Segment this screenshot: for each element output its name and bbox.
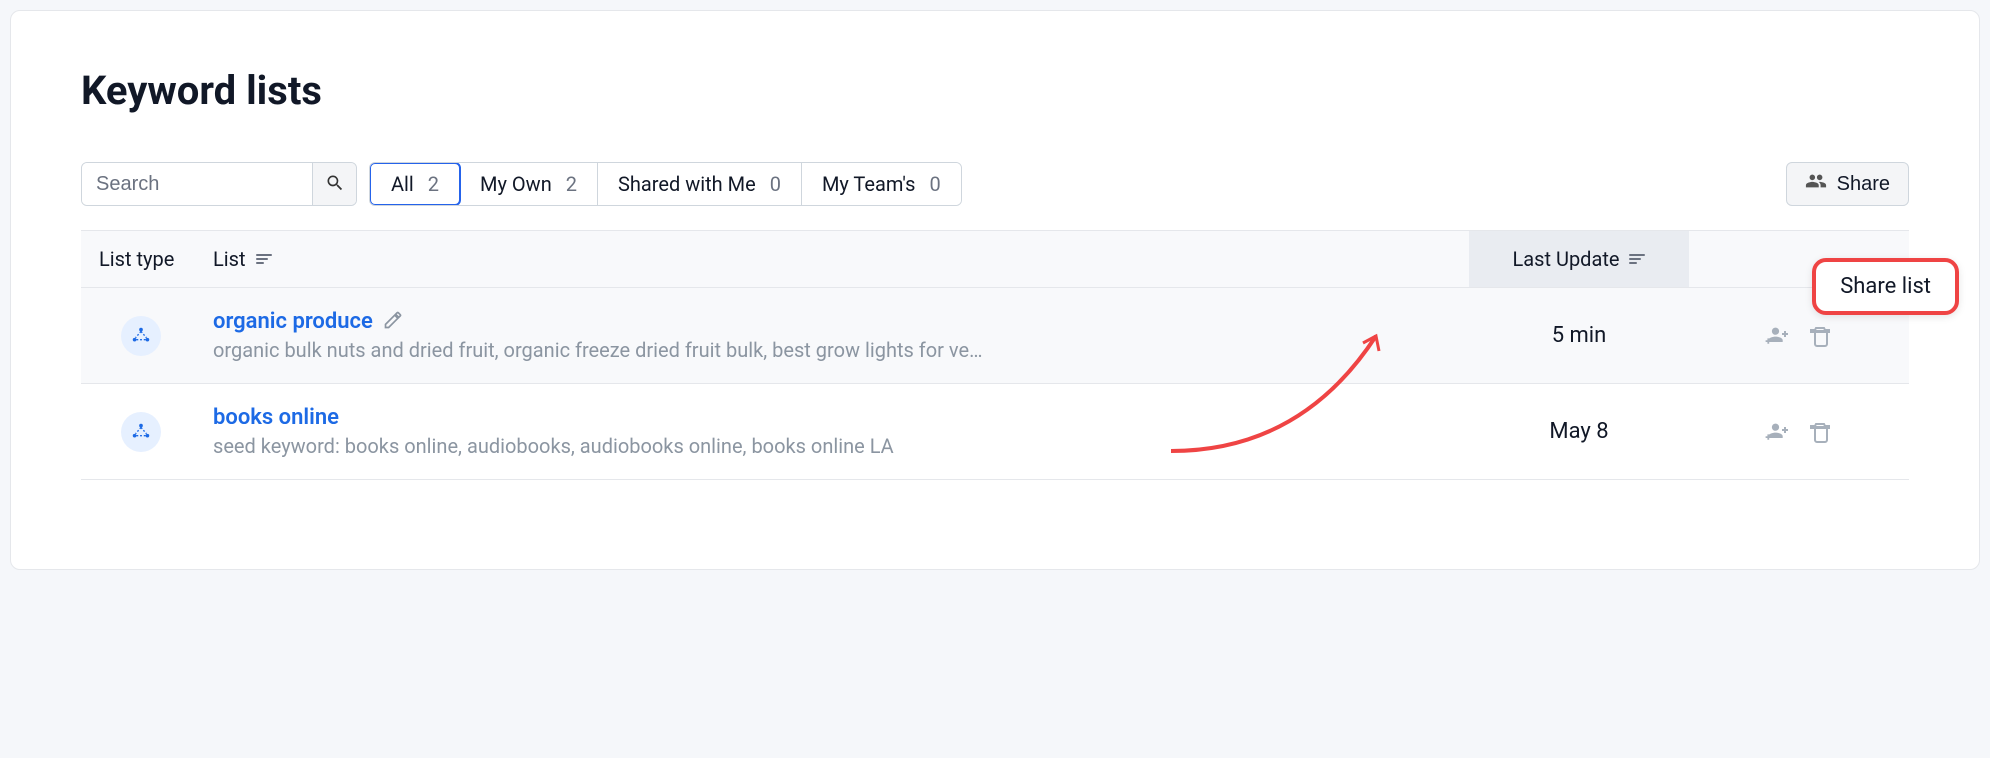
sort-icon: [256, 254, 272, 264]
cell-actions: [1689, 420, 1909, 444]
col-last-update[interactable]: Last Update: [1469, 231, 1689, 287]
list-type-icon: [121, 316, 161, 356]
toolbar: All 2 My Own 2 Shared with Me 0 My Team'…: [81, 162, 1909, 206]
search-icon: [325, 173, 345, 196]
tab-count: 0: [929, 172, 940, 196]
tab-shared-with-me[interactable]: Shared with Me 0: [598, 163, 802, 205]
share-list-tooltip: Share list: [1812, 258, 1959, 315]
share-list-icon[interactable]: [1765, 420, 1789, 444]
table-row: books online seed keyword: books online,…: [81, 384, 1909, 480]
col-list[interactable]: List: [201, 247, 1469, 271]
tab-label: All: [391, 172, 414, 196]
delete-icon[interactable]: [1809, 420, 1833, 444]
tab-label: My Own: [480, 172, 552, 196]
table-row: organic produce organic bulk nuts and dr…: [81, 288, 1909, 384]
filter-tabs: All 2 My Own 2 Shared with Me 0 My Team'…: [369, 162, 962, 206]
search-container: [81, 162, 357, 206]
list-description: seed keyword: books online, audiobooks, …: [213, 434, 993, 458]
tab-my-teams[interactable]: My Team's 0: [802, 163, 961, 205]
cell-list: organic produce organic bulk nuts and dr…: [201, 309, 1469, 362]
list-name-link[interactable]: books online: [213, 405, 339, 430]
keyword-lists-panel: Keyword lists All 2 My Own 2 Shared with…: [10, 10, 1980, 570]
col-list-type[interactable]: List type: [81, 247, 201, 271]
delete-icon[interactable]: [1809, 324, 1833, 348]
search-input[interactable]: [82, 163, 312, 205]
cell-type: [81, 412, 201, 452]
list-name-link[interactable]: organic produce: [213, 309, 373, 334]
search-button[interactable]: [312, 163, 356, 205]
tab-label: Shared with Me: [618, 172, 756, 196]
share-list-icon[interactable]: [1765, 324, 1789, 348]
sort-icon: [1629, 254, 1645, 264]
table-header: List type List Last Update: [81, 230, 1909, 288]
list-description: organic bulk nuts and dried fruit, organ…: [213, 338, 993, 362]
tab-count: 2: [428, 172, 439, 196]
cell-updated: May 8: [1469, 419, 1689, 444]
cell-list: books online seed keyword: books online,…: [201, 405, 1469, 458]
tab-count: 2: [566, 172, 577, 196]
cell-type: [81, 316, 201, 356]
cell-actions: [1689, 324, 1909, 348]
share-label: Share: [1837, 173, 1890, 196]
list-type-icon: [121, 412, 161, 452]
lists-table: List type List Last Update organic prod: [81, 230, 1909, 480]
tab-my-own[interactable]: My Own 2: [460, 163, 598, 205]
tab-label: My Team's: [822, 172, 916, 196]
people-icon: [1805, 170, 1827, 198]
cell-updated: 5 min: [1469, 323, 1689, 348]
page-title: Keyword lists: [81, 67, 1909, 114]
edit-icon[interactable]: [383, 310, 403, 334]
share-button[interactable]: Share: [1786, 162, 1909, 206]
tab-all[interactable]: All 2: [369, 162, 461, 206]
tab-count: 0: [770, 172, 781, 196]
